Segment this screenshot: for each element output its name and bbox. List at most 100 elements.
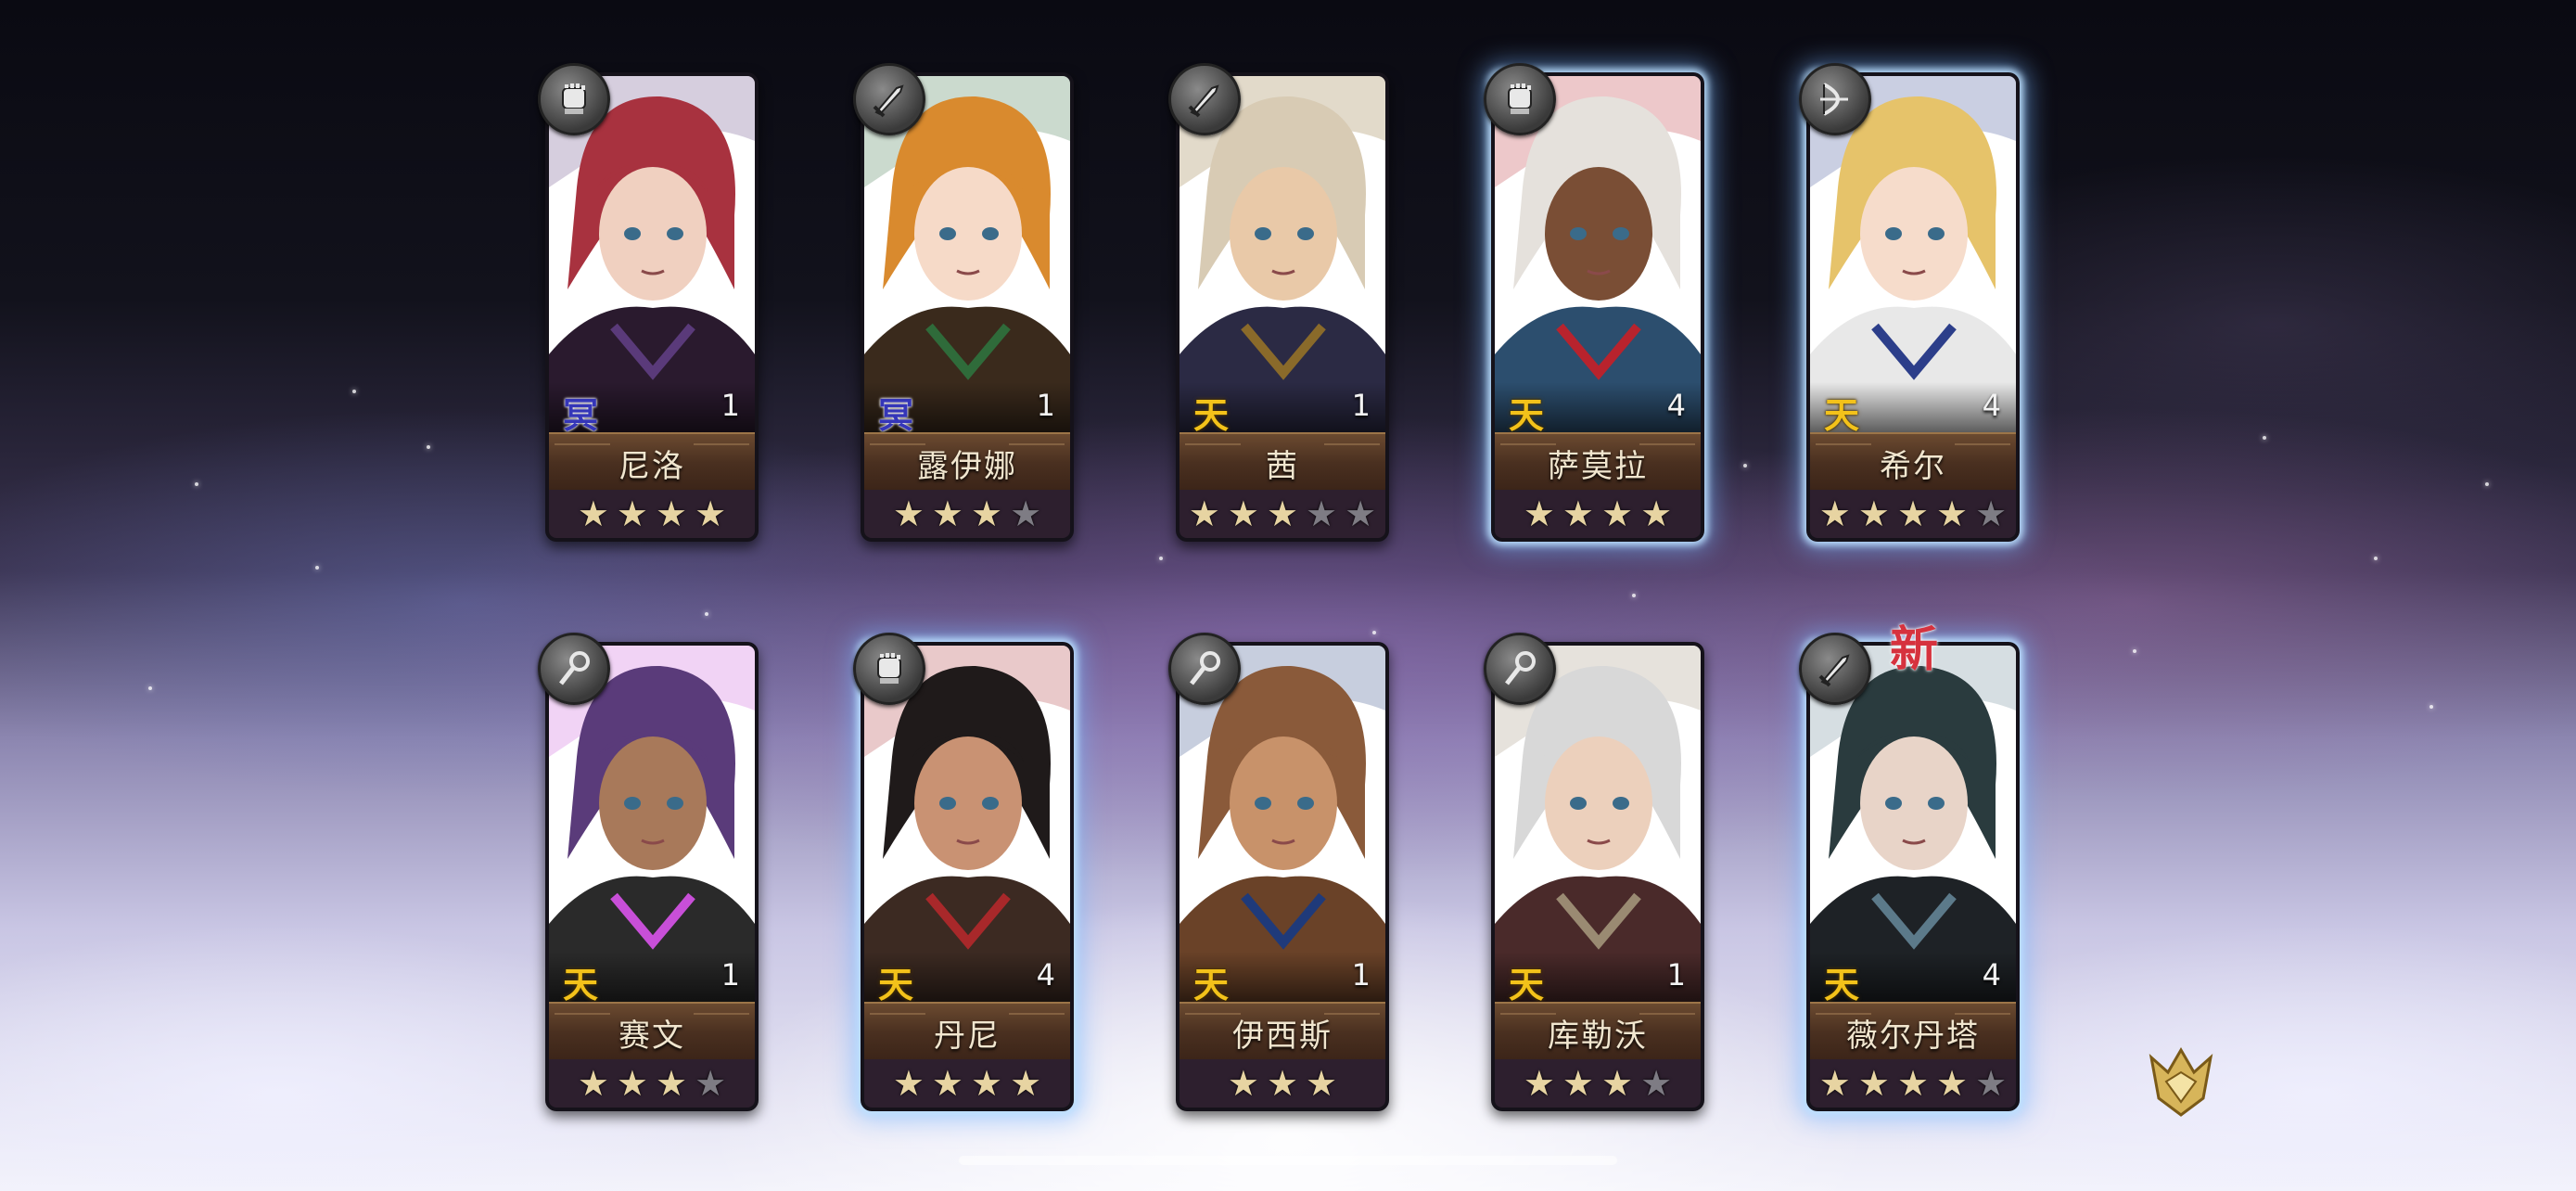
element-badge-icon: 天: [1192, 394, 1229, 436]
element-badge-icon: 天: [1823, 394, 1859, 436]
character-card[interactable]: 天 1 茜 ★ ★ ★ ★ ★: [1168, 63, 1389, 542]
star-filled-icon: ★: [892, 1063, 925, 1104]
staff-icon: [1484, 633, 1556, 705]
star-filled-icon: ★: [931, 493, 963, 534]
rarity-stars: ★ ★ ★ ★: [549, 490, 755, 538]
star-empty-icon: ★: [1975, 493, 2008, 534]
star-filled-icon: ★: [1818, 1063, 1851, 1104]
star-filled-icon: ★: [1306, 1063, 1338, 1104]
star-filled-icon: ★: [1266, 493, 1299, 534]
star-filled-icon: ★: [1010, 1063, 1042, 1104]
sparkle: [195, 482, 198, 486]
star-filled-icon: ★: [1227, 1063, 1259, 1104]
character-name: 尼洛: [549, 432, 755, 493]
star-filled-icon: ★: [1188, 493, 1220, 534]
gauntlet-icon: [538, 63, 610, 135]
character-level: 1: [1351, 957, 1371, 992]
character-name: 希尔: [1810, 432, 2016, 493]
character-name: 薇尔丹塔: [1810, 1002, 2016, 1063]
star-empty-icon: ★: [1975, 1063, 2008, 1104]
gauntlet-icon: [853, 633, 925, 705]
star-filled-icon: ★: [577, 493, 609, 534]
character-level: 4: [1982, 957, 2001, 992]
character-level: 4: [1982, 388, 2001, 423]
character-level: 1: [721, 388, 740, 423]
sparkle: [1743, 464, 1747, 467]
sword-icon: [1168, 63, 1241, 135]
rarity-stars: ★ ★ ★: [1180, 1059, 1385, 1108]
star-filled-icon: ★: [1227, 493, 1259, 534]
star-filled-icon: ★: [1936, 493, 1969, 534]
character-name: 茜: [1180, 432, 1385, 493]
character-level: 4: [1666, 388, 1686, 423]
character-level: 4: [1036, 957, 1055, 992]
star-filled-icon: ★: [931, 1063, 963, 1104]
star-filled-icon: ★: [1562, 1063, 1594, 1104]
sword-icon: [853, 63, 925, 135]
character-card[interactable]: 天 1 伊西斯 ★ ★ ★: [1168, 633, 1389, 1111]
rarity-stars: ★ ★ ★ ★: [1495, 1059, 1701, 1108]
element-badge-icon: 冥: [877, 394, 913, 436]
new-badge: 新: [1890, 622, 1939, 678]
home-indicator[interactable]: [959, 1156, 1617, 1165]
sparkle: [2429, 705, 2433, 709]
sparkle: [1159, 557, 1163, 560]
star-filled-icon: ★: [1601, 1063, 1634, 1104]
sparkle: [427, 445, 430, 449]
star-filled-icon: ★: [1266, 1063, 1299, 1104]
character-card[interactable]: 天 4 丹尼 ★ ★ ★ ★: [853, 633, 1074, 1111]
star-empty-icon: ★: [695, 1063, 727, 1104]
character-card[interactable]: 天 4 希尔 ★ ★ ★ ★ ★: [1799, 63, 2020, 542]
star-filled-icon: ★: [1818, 493, 1851, 534]
sparkle: [148, 686, 152, 690]
character-name: 萨莫拉: [1495, 432, 1701, 493]
star-filled-icon: ★: [971, 1063, 1003, 1104]
star-filled-icon: ★: [892, 493, 925, 534]
element-badge-icon: 天: [1508, 964, 1544, 1005]
rarity-stars: ★ ★ ★ ★ ★: [1810, 1059, 2016, 1108]
star-filled-icon: ★: [616, 1063, 648, 1104]
bow-icon: [1799, 63, 1871, 135]
element-badge-icon: 天: [1508, 394, 1544, 436]
rarity-stars: ★ ★ ★ ★: [864, 490, 1070, 538]
star-filled-icon: ★: [971, 493, 1003, 534]
star-filled-icon: ★: [1857, 493, 1890, 534]
star-filled-icon: ★: [1523, 493, 1555, 534]
star-filled-icon: ★: [1523, 1063, 1555, 1104]
star-filled-icon: ★: [656, 493, 688, 534]
rarity-stars: ★ ★ ★ ★ ★: [1810, 490, 2016, 538]
character-card[interactable]: 冥 1 露伊娜 ★ ★ ★ ★: [853, 63, 1074, 542]
star-filled-icon: ★: [1936, 1063, 1969, 1104]
sparkle: [315, 566, 319, 570]
rarity-stars: ★ ★ ★ ★ ★: [1180, 490, 1385, 538]
character-card[interactable]: 天 1 库勒沃 ★ ★ ★ ★: [1484, 633, 1704, 1111]
sparkle: [2263, 436, 2266, 440]
character-card[interactable]: 冥 1 尼洛 ★ ★ ★ ★: [538, 63, 759, 542]
sparkle: [2485, 482, 2489, 486]
crown-emblem-icon[interactable]: [2148, 1044, 2214, 1119]
star-filled-icon: ★: [616, 493, 648, 534]
element-badge-icon: 天: [1823, 964, 1859, 1005]
character-level: 1: [1666, 957, 1686, 992]
sparkle: [705, 612, 708, 616]
star-filled-icon: ★: [656, 1063, 688, 1104]
star-filled-icon: ★: [1640, 493, 1673, 534]
sparkle: [2374, 557, 2378, 560]
sword-icon: [1799, 633, 1871, 705]
character-card[interactable]: 天 4 薇尔丹塔 ★ ★ ★ ★ ★ 新: [1799, 622, 2020, 1111]
star-empty-icon: ★: [1306, 493, 1338, 534]
character-card[interactable]: 天 4 萨莫拉 ★ ★ ★ ★: [1484, 63, 1704, 542]
star-filled-icon: ★: [1896, 1063, 1930, 1104]
star-filled-icon: ★: [577, 1063, 609, 1104]
rarity-stars: ★ ★ ★ ★: [864, 1059, 1070, 1108]
staff-icon: [1168, 633, 1241, 705]
staff-icon: [538, 633, 610, 705]
element-badge-icon: 天: [562, 964, 598, 1005]
character-card[interactable]: 天 1 赛文 ★ ★ ★ ★: [538, 633, 759, 1111]
character-name: 伊西斯: [1180, 1002, 1385, 1063]
star-empty-icon: ★: [1010, 493, 1042, 534]
character-level: 1: [721, 957, 740, 992]
star-filled-icon: ★: [1601, 493, 1634, 534]
sparkle: [352, 390, 356, 393]
star-filled-icon: ★: [695, 493, 727, 534]
